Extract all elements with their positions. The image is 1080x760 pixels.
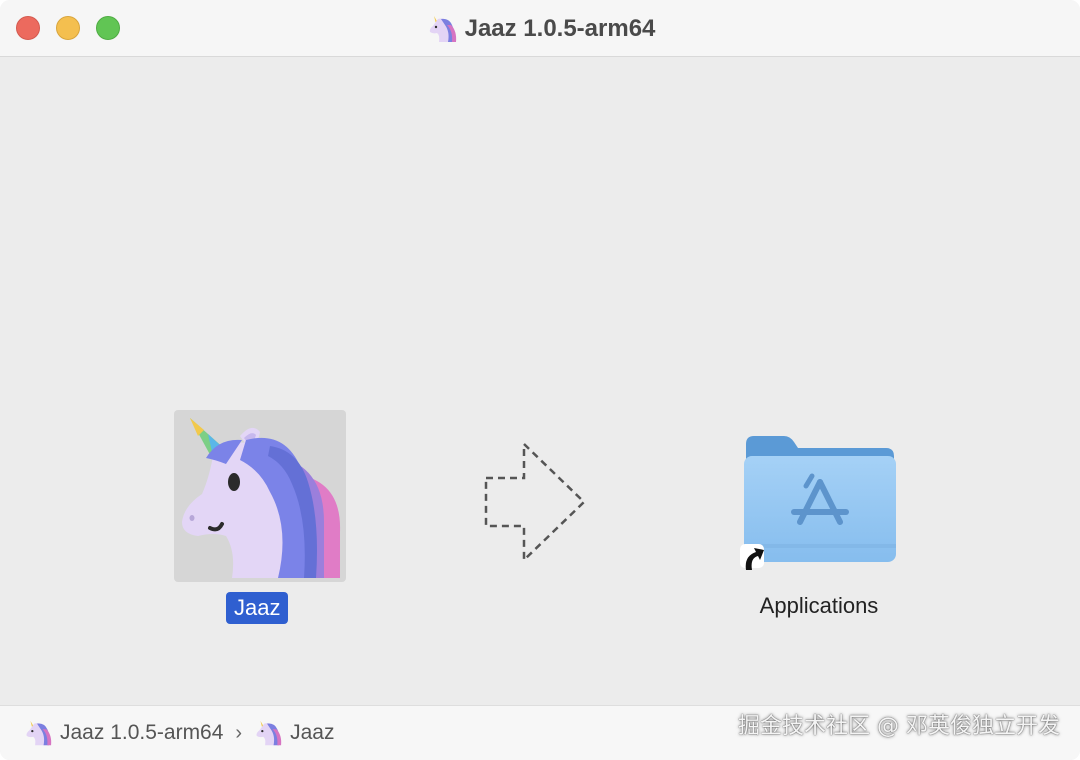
unicorn-app-icon xyxy=(182,418,341,578)
path-item-volume[interactable]: Jaaz 1.0.5-arm64 xyxy=(22,706,223,760)
path-item-label: Jaaz xyxy=(290,721,335,744)
alias-arrow-icon xyxy=(740,544,764,570)
unicorn-icon xyxy=(22,718,52,748)
applications-label: Applications xyxy=(759,593,879,618)
path-separator: › xyxy=(235,721,243,744)
title-bar[interactable]: Jaaz 1.0.5-arm64 xyxy=(0,0,1080,57)
path-item-app[interactable]: Jaaz xyxy=(252,706,334,760)
app-name-label: Jaaz xyxy=(226,592,289,624)
unicorn-icon xyxy=(425,13,457,45)
watermark-text: 掘金技术社区 @ 邓英俊独立开发 xyxy=(738,714,1060,739)
path-item-label: Jaaz 1.0.5-arm64 xyxy=(60,721,224,744)
dashed-right-arrow-icon xyxy=(484,441,586,563)
window-title: Jaaz 1.0.5-arm64 xyxy=(464,14,656,42)
window-title-group: Jaaz 1.0.5-arm64 xyxy=(0,0,1080,57)
dmg-installer-window: Jaaz 1.0.5-arm64 Jaaz Applications Jaaz … xyxy=(0,0,1080,760)
unicorn-icon xyxy=(252,718,282,748)
jaaz-app-icon[interactable] xyxy=(174,410,346,582)
